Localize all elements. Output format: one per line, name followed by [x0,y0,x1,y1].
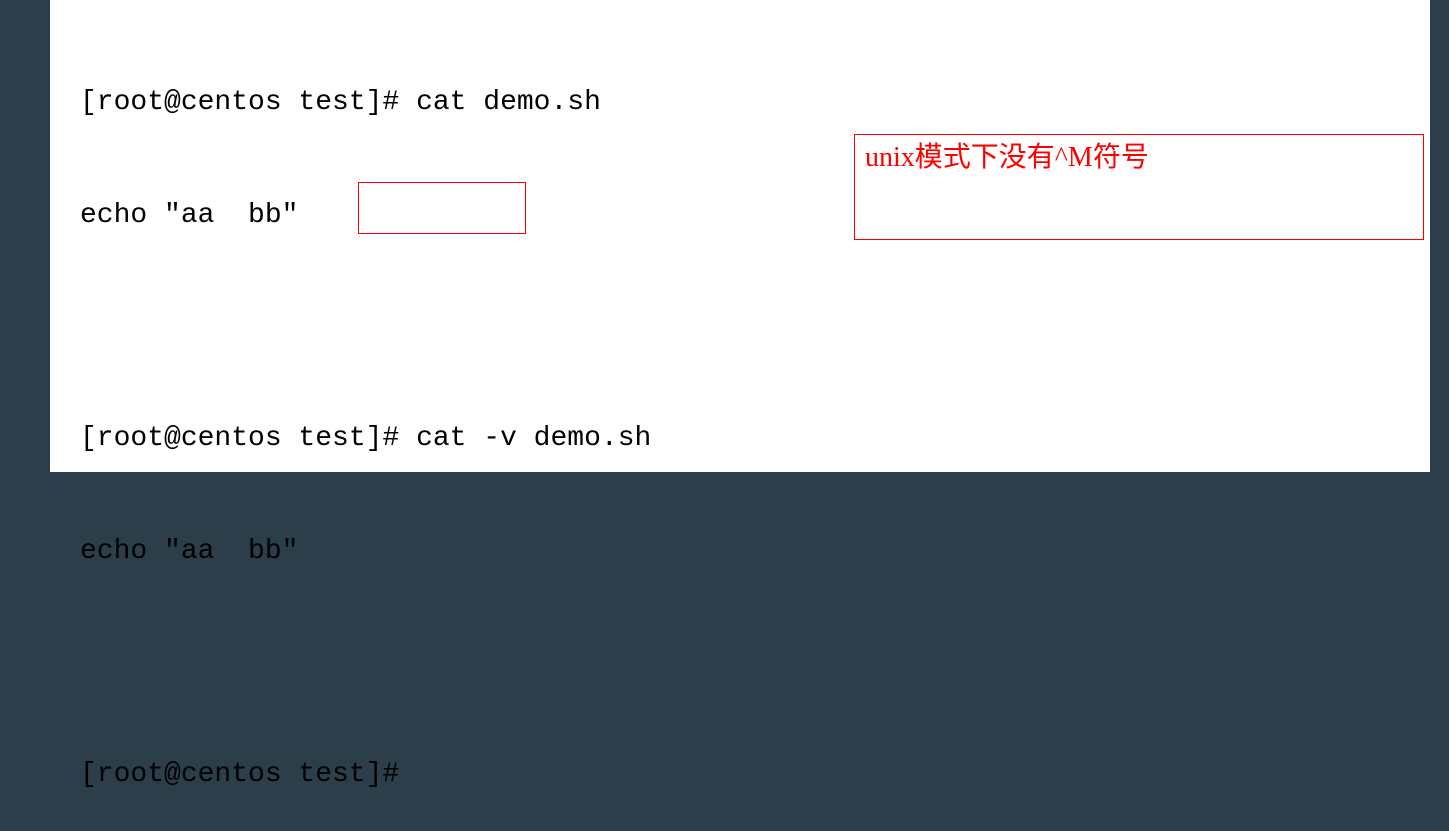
annotation-box: unix模式下没有^M符号 [854,134,1424,240]
terminal-line-3: [root@centos test]# [80,756,1400,794]
shell-prompt: [root@centos test]# [80,759,416,790]
terminal-line-2: [root@centos test]# cat -v demo.sh [80,420,1400,458]
command-text: cat demo.sh [416,87,601,118]
annotation-text: unix模式下没有^M符号 [865,142,1149,173]
shell-prompt: [root@centos test]# [80,423,416,454]
terminal-line-1: [root@centos test]# cat demo.sh [80,84,1400,122]
command-text: cat -v demo.sh [416,423,651,454]
shell-prompt: [root@centos test]# [80,87,416,118]
terminal-output-2: echo "aa bb" [80,533,1400,571]
blank-line [80,310,1400,344]
blank-line [80,646,1400,680]
